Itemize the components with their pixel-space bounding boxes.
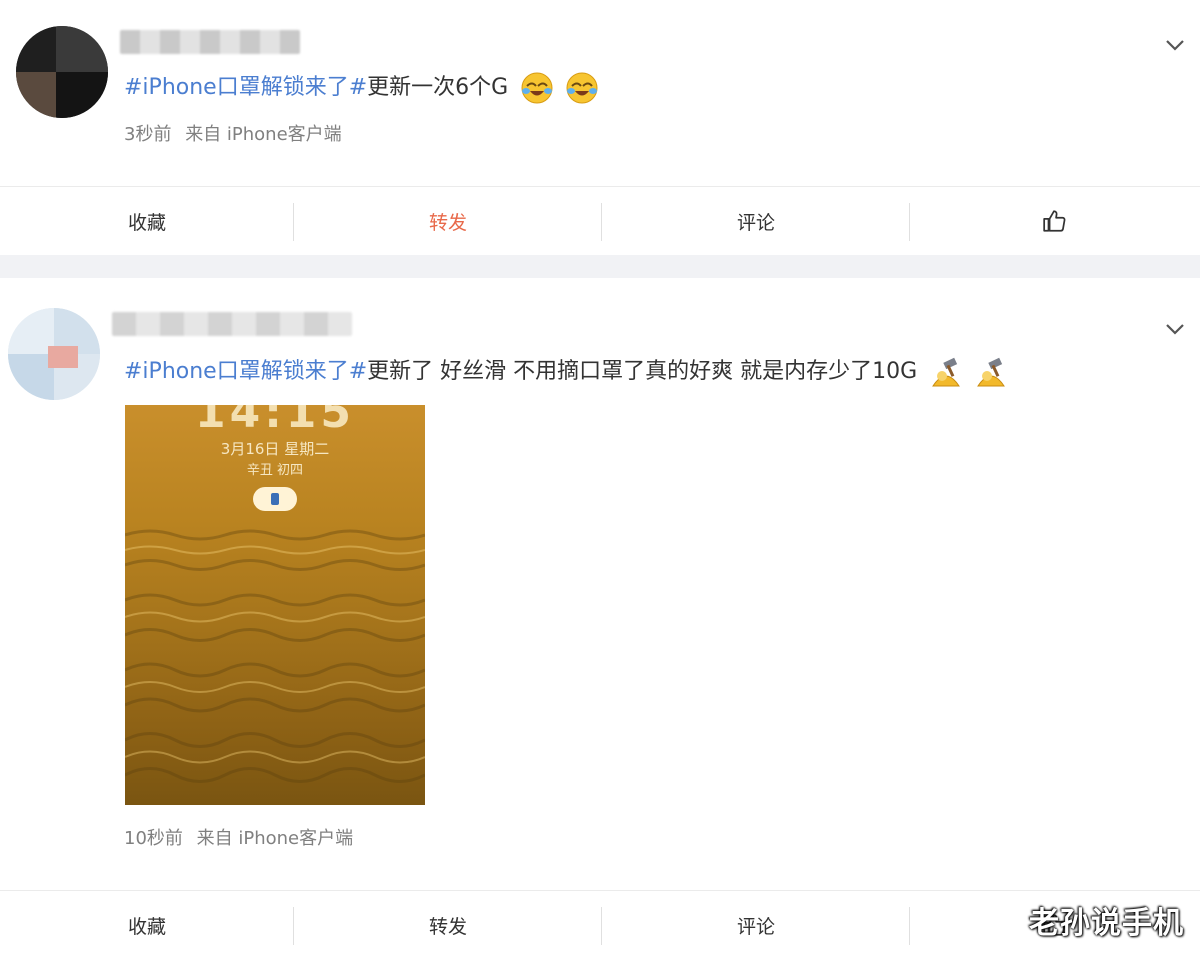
- lockscreen-subtitle: 辛丑 初四: [246, 463, 304, 478]
- weibo-post: #iPhone口罩解锁来了#更新了 好丝滑 不用摘口罩了真的好爽 就是内存少了1…: [0, 278, 1200, 890]
- post-source: 来自 iPhone客户端: [185, 124, 342, 145]
- action-bar: 收藏 转发 评论: [0, 890, 1200, 959]
- repost-label: 转发: [428, 915, 467, 938]
- favorite-button[interactable]: 收藏: [0, 187, 294, 255]
- mosaic-block: [56, 72, 108, 118]
- mosaic-block: [56, 26, 108, 72]
- favorite-label: 收藏: [127, 915, 166, 938]
- mosaic-block: [16, 26, 56, 72]
- post-text: 更新一次6个G: [367, 75, 509, 100]
- comment-button[interactable]: 评论: [602, 891, 910, 959]
- lockscreen-date: 3月16日 星期二: [220, 440, 330, 458]
- repost-label: 转发: [428, 211, 467, 234]
- favorite-label: 收藏: [127, 211, 166, 234]
- comment-label: 评论: [736, 211, 775, 234]
- lock-icon: [253, 487, 297, 511]
- post-time[interactable]: 10秒前: [124, 828, 183, 849]
- comment-button[interactable]: 评论: [602, 187, 910, 255]
- repost-button[interactable]: 转发: [294, 891, 602, 959]
- hammer-icon: [977, 357, 1006, 387]
- comment-label: 评论: [736, 915, 775, 938]
- like-button[interactable]: [910, 187, 1200, 255]
- thumbs-up-icon: [1043, 210, 1066, 232]
- hammer-icon: [932, 357, 961, 387]
- laugh-cry-icon: [521, 72, 553, 104]
- chevron-down-icon[interactable]: [1164, 34, 1186, 56]
- favorite-button[interactable]: 收藏: [0, 891, 294, 959]
- mosaic-block: [16, 72, 56, 118]
- laugh-cry-icon: [566, 72, 598, 104]
- post-time[interactable]: 3秒前: [124, 124, 171, 145]
- post-meta: 10秒前 来自 iPhone客户端: [124, 824, 353, 850]
- username-blurred[interactable]: [120, 30, 300, 54]
- repost-button[interactable]: 转发: [294, 187, 602, 255]
- topic-link[interactable]: #iPhone口罩解锁来了#: [124, 75, 367, 100]
- chevron-down-icon[interactable]: [1164, 318, 1186, 340]
- avatar[interactable]: [8, 308, 100, 400]
- topic-link[interactable]: #iPhone口罩解锁来了#: [124, 359, 367, 384]
- post-content: #iPhone口罩解锁来了#更新了 好丝滑 不用摘口罩了真的好爽 就是内存少了1…: [124, 356, 1007, 388]
- mosaic-block: [48, 346, 78, 368]
- post-text: 更新了 好丝滑 不用摘口罩了真的好爽 就是内存少了10G: [367, 359, 918, 384]
- watermark: 老孙说手机: [1029, 906, 1184, 941]
- post-meta: 3秒前 来自 iPhone客户端: [124, 120, 342, 146]
- post-content: #iPhone口罩解锁来了#更新一次6个G: [124, 72, 598, 104]
- username-blurred[interactable]: [112, 312, 352, 336]
- action-bar: 收藏 转发 评论: [0, 186, 1200, 255]
- weibo-post: #iPhone口罩解锁来了#更新一次6个G 3秒前 来自 iPhone客户端 收…: [0, 0, 1200, 255]
- post-image-lockscreen[interactable]: 14:15 3月16日 星期二 辛丑 初四: [125, 405, 425, 805]
- post-source: 来自 iPhone客户端: [196, 828, 354, 849]
- avatar[interactable]: [16, 26, 108, 118]
- lockscreen-time: 14:15: [194, 405, 356, 438]
